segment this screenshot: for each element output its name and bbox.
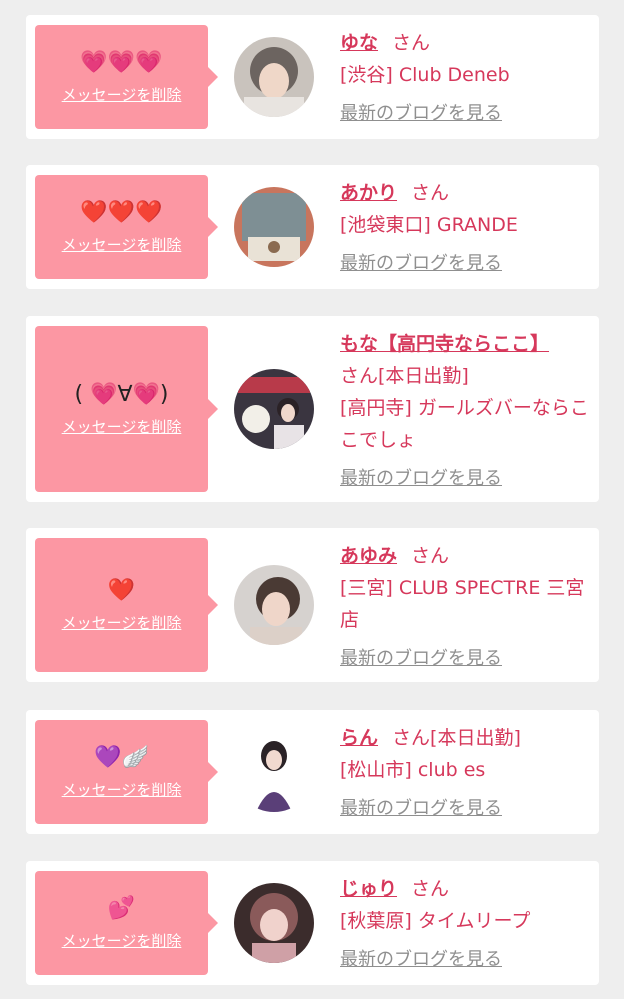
message-card: ❤️ メッセージを削除 あゆみ さん [三宮] CLUB SPECTRE 三宮店 … — [26, 528, 599, 682]
message-bubble: 💗💗💗 メッセージを削除 — [35, 25, 218, 129]
latest-blog-link[interactable]: 最新のブログを見る — [340, 464, 502, 490]
honorific: さん — [392, 32, 431, 54]
sender-name-link[interactable]: らん — [340, 727, 378, 749]
message-card: 💜🪽 メッセージを削除 らん さん[本日出勤] [松山市] club es 最新の… — [26, 710, 599, 834]
entry-info: もな【高円寺ならここ】 さん[本日出勤] [高円寺] ガールズバーならここでしょ… — [340, 328, 591, 490]
latest-blog-link[interactable]: 最新のブログを見る — [340, 945, 502, 971]
latest-blog-link[interactable]: 最新のブログを見る — [340, 794, 502, 820]
honorific: さん — [340, 365, 379, 387]
delete-message-link[interactable]: メッセージを削除 — [62, 779, 182, 800]
entry-info: じゅり さん [秋葉原] タイムリープ 最新のブログを見る — [340, 873, 591, 971]
latest-blog-link[interactable]: 最新のブログを見る — [340, 249, 502, 275]
avatar[interactable] — [234, 883, 314, 963]
sender-name-link[interactable]: あゆみ — [340, 545, 397, 567]
work-status: [本日出勤] — [378, 365, 469, 387]
entry-info: あかり さん [池袋東口] GRANDE 最新のブログを見る — [340, 177, 591, 275]
entry-info: ゆな さん [渋谷] Club Deneb 最新のブログを見る — [340, 27, 591, 125]
latest-blog-link[interactable]: 最新のブログを見る — [340, 99, 502, 125]
message-text: ❤️ — [107, 577, 136, 603]
message-text: 💕 — [107, 895, 136, 921]
entry-info: あゆみ さん [三宮] CLUB SPECTRE 三宮店 最新のブログを見る — [340, 540, 591, 670]
honorific: さん — [392, 727, 431, 749]
message-bubble: ❤️ メッセージを削除 — [35, 538, 218, 672]
delete-message-link[interactable]: メッセージを削除 — [62, 234, 182, 255]
message-text: ❤️❤️❤️ — [80, 199, 163, 225]
sender-name-link[interactable]: もな【高円寺ならここ】 — [340, 333, 549, 355]
shop-name: [渋谷] Club Deneb — [340, 64, 510, 86]
message-card: ( 💗∀💗) メッセージを削除 もな【高円寺ならここ】 さん[本日出勤] [高円… — [26, 316, 599, 502]
shop-name: [三宮] CLUB SPECTRE 三宮店 — [340, 577, 585, 631]
sender-name-link[interactable]: じゅり — [340, 878, 397, 900]
shop-name: [池袋東口] GRANDE — [340, 214, 518, 236]
entry-info: らん さん[本日出勤] [松山市] club es 最新のブログを見る — [340, 722, 591, 820]
message-bubble: 💕 メッセージを削除 — [35, 871, 218, 975]
message-card: ❤️❤️❤️ メッセージを削除 あかり さん [池袋東口] GRANDE 最新のブ… — [26, 165, 599, 289]
delete-message-link[interactable]: メッセージを削除 — [62, 84, 182, 105]
message-bubble: ❤️❤️❤️ メッセージを削除 — [35, 175, 218, 279]
avatar[interactable] — [234, 369, 314, 449]
message-bubble: ( 💗∀💗) メッセージを削除 — [35, 326, 218, 492]
shop-name: [秋葉原] タイムリープ — [340, 910, 531, 932]
message-bubble: 💜🪽 メッセージを削除 — [35, 720, 218, 824]
work-status: [本日出勤] — [430, 727, 521, 749]
shop-name: [松山市] club es — [340, 759, 486, 781]
honorific: さん — [411, 545, 450, 567]
message-card: 💕 メッセージを削除 じゅり さん [秋葉原] タイムリープ 最新のブログを見る — [26, 861, 599, 985]
delete-message-link[interactable]: メッセージを削除 — [62, 930, 182, 951]
avatar[interactable] — [234, 37, 314, 117]
delete-message-link[interactable]: メッセージを削除 — [62, 612, 182, 633]
message-text: ( 💗∀💗) — [74, 381, 169, 407]
avatar[interactable] — [234, 565, 314, 645]
sender-name-link[interactable]: ゆな — [340, 32, 378, 54]
shop-name: [高円寺] ガールズバーならここでしょ — [340, 397, 589, 451]
sender-name-link[interactable]: あかり — [340, 182, 397, 204]
delete-message-link[interactable]: メッセージを削除 — [62, 416, 182, 437]
message-text: 💜🪽 — [94, 744, 149, 770]
message-text: 💗💗💗 — [80, 49, 163, 75]
honorific: さん — [411, 182, 450, 204]
avatar[interactable] — [234, 732, 314, 812]
latest-blog-link[interactable]: 最新のブログを見る — [340, 644, 502, 670]
message-card: 💗💗💗 メッセージを削除 ゆな さん [渋谷] Club Deneb 最新のブログ… — [26, 15, 599, 139]
avatar[interactable] — [234, 187, 314, 267]
honorific: さん — [411, 878, 450, 900]
